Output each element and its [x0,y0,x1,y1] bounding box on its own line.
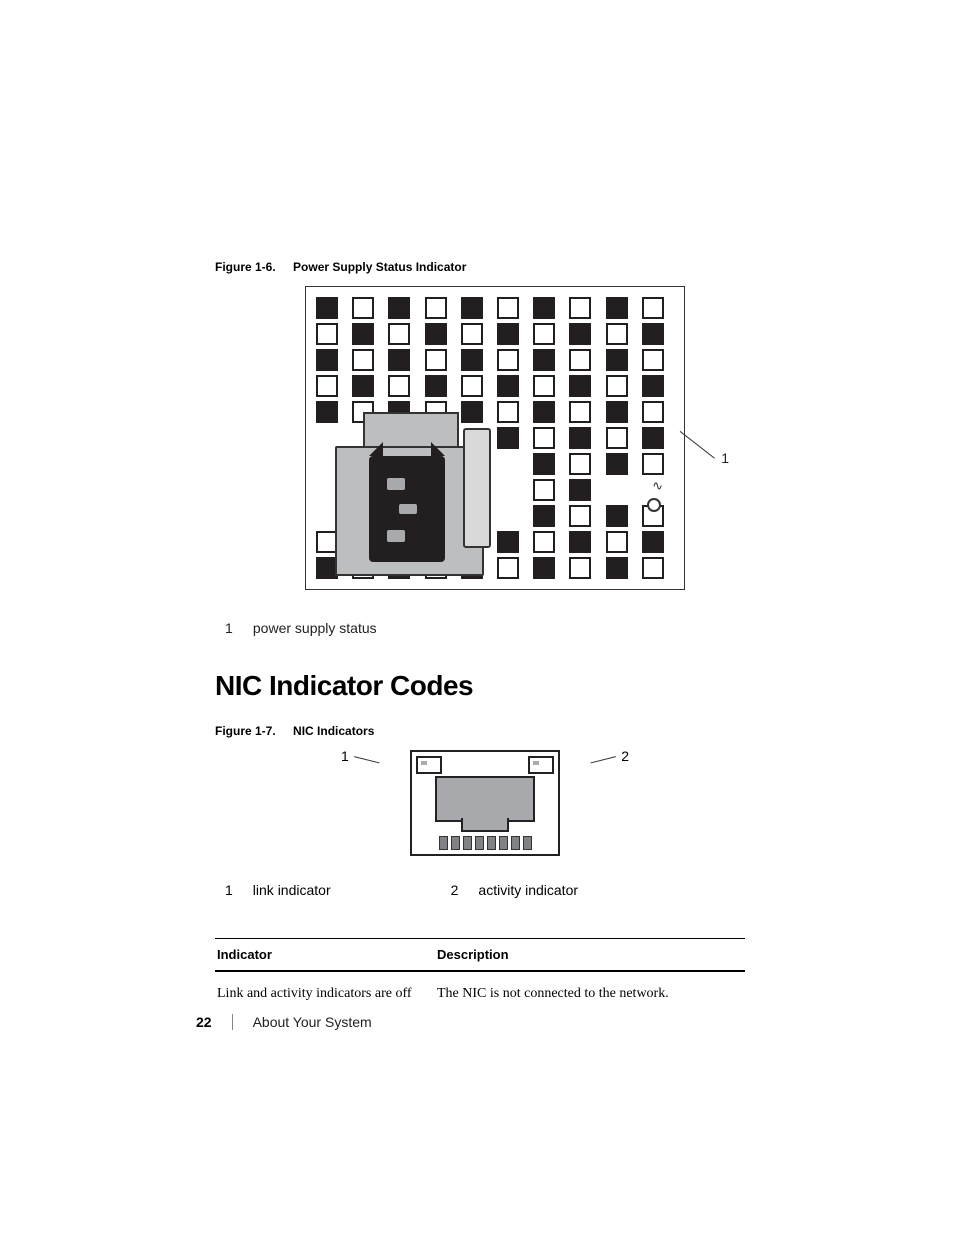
nic-legend: 1 link indicator 2 activity indicator [225,882,745,898]
footer-divider [232,1014,233,1030]
psu-figure: ∿ 1 [305,286,685,590]
activity-indicator-led [528,756,554,774]
nic-port-icon [410,750,560,856]
figure-1-6-caption: Figure 1-6. Power Supply Status Indicato… [215,260,745,274]
callout-line [352,756,380,773]
th-indicator: Indicator [217,947,437,962]
figure-1-7-label: Figure 1-7. [215,724,276,738]
status-led-icon [647,498,661,512]
legend-nic-2-num: 2 [451,882,459,898]
psu-grille [316,297,674,579]
figure-1-7-title: NIC Indicators [293,724,374,738]
nic-figure: 1 2 [365,750,605,856]
th-description: Description [437,947,743,962]
page-number: 22 [196,1014,212,1030]
legend-1-num: 1 [225,620,249,636]
indicator-table: Indicator Description [215,938,745,972]
legend-nic-1-num: 1 [225,882,233,898]
figure-1-6-label: Figure 1-6. [215,260,276,274]
psu-legend: 1 power supply status [225,620,745,636]
psu-grille-frame [305,286,685,590]
td-description: The NIC is not connected to the network. [437,986,743,1002]
callout-line [590,756,618,773]
heartbeat-icon: ∿ [652,478,663,494]
legend-nic-1-text: link indicator [253,882,331,898]
figure-1-6-title: Power Supply Status Indicator [293,260,466,274]
section-heading: NIC Indicator Codes [215,670,745,702]
table-row: Link and activity indicators are off The… [215,978,745,1016]
nic-callout-1: 1 [341,748,349,764]
link-indicator-led [416,756,442,774]
table-header: Indicator Description [215,939,745,971]
rj45-jack-icon [435,776,535,822]
page-footer: 22 About Your System [196,1014,372,1030]
figure-1-7-caption: Figure 1-7. NIC Indicators [215,724,745,738]
legend-nic-2-text: activity indicator [478,882,578,898]
callout-number-1: 1 [721,450,729,466]
legend-1-text: power supply status [253,620,377,636]
td-indicator: Link and activity indicators are off [217,986,437,1002]
rj45-pins-icon [416,836,554,850]
footer-section: About Your System [253,1014,372,1030]
nic-callout-2: 2 [621,748,629,764]
